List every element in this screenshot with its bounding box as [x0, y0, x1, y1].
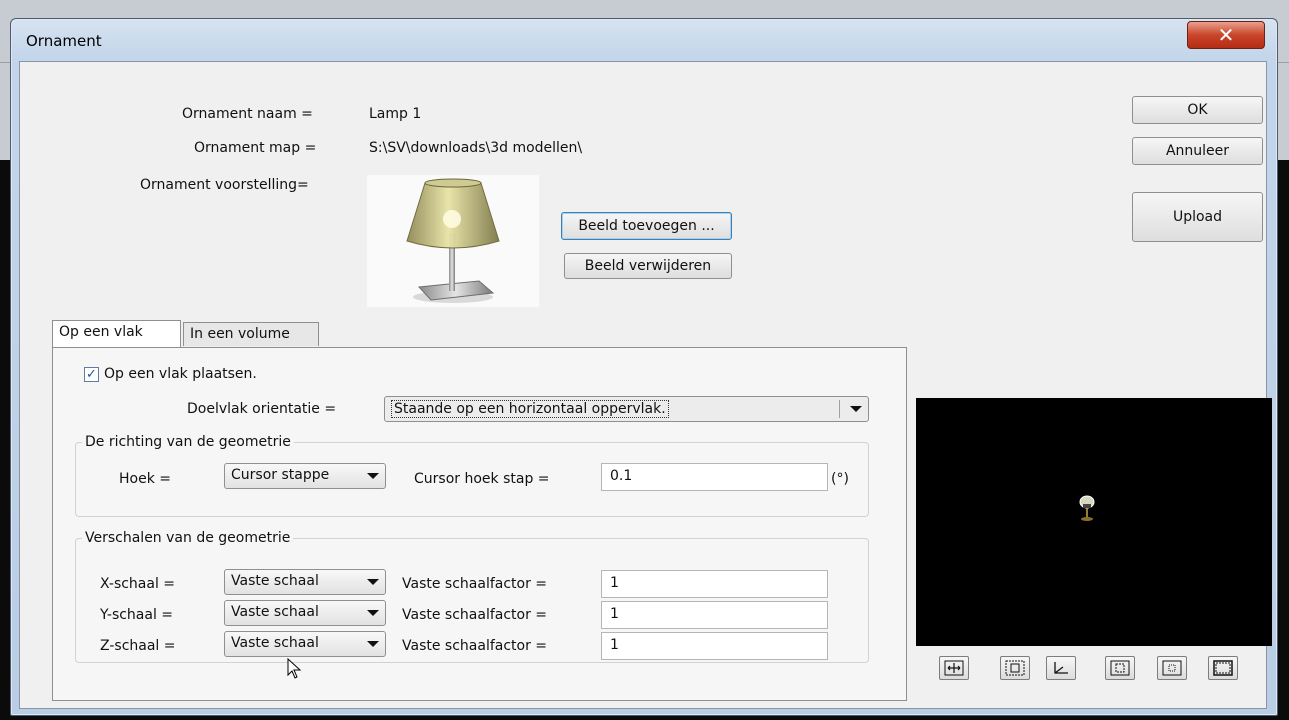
cursor-step-input[interactable]: 0.1 — [601, 463, 828, 491]
image-label: Ornament voorstelling= — [140, 177, 309, 193]
y-scale-label: Y-schaal = — [100, 607, 174, 623]
zoom-window-icon — [1005, 660, 1025, 676]
zoom-extents-button[interactable] — [1105, 656, 1135, 680]
x-factor-label: Vaste schaalfactor = — [402, 576, 548, 592]
x-scale-mode-value: Vaste schaal — [231, 573, 319, 589]
3d-preview-viewport[interactable] — [916, 398, 1272, 646]
fit-view-icon — [944, 660, 964, 676]
full-frame-button[interactable] — [1208, 656, 1238, 680]
lamp-icon — [406, 178, 500, 303]
cursor-step-label: Cursor hoek stap = — [414, 471, 550, 487]
orientation-select[interactable]: Staande op een horizontaal oppervlak. — [384, 396, 869, 422]
y-factor-input[interactable]: 1 — [601, 601, 828, 629]
scale-group-title: Verschalen van de geometrie — [82, 530, 294, 546]
select-separator — [839, 400, 840, 418]
axes-button[interactable] — [1046, 656, 1076, 680]
zoom-out-button[interactable] — [1157, 656, 1187, 680]
zoom-extents-icon — [1110, 660, 1130, 676]
dialog-title: Ornament — [26, 32, 102, 50]
cancel-button[interactable]: Annuleer — [1132, 137, 1263, 165]
tab-panel-op-een-vlak: ✓ Op een vlak plaatsen. Doelvlak orienta… — [52, 347, 907, 701]
orientation-label: Doelvlak orientatie = — [187, 401, 337, 417]
add-image-button[interactable]: Beeld toevoegen ... — [561, 212, 732, 240]
orientation-value: Staande op een horizontaal oppervlak. — [391, 400, 669, 418]
upload-button[interactable]: Upload — [1132, 192, 1263, 242]
x-scale-mode-select[interactable]: Vaste schaal — [224, 569, 386, 595]
place-on-surface-checkbox[interactable]: ✓ — [84, 367, 99, 382]
axes-icon — [1054, 662, 1068, 674]
y-scale-mode-value: Vaste schaal — [231, 604, 319, 620]
ornament-preview-image — [367, 175, 539, 307]
x-factor-input[interactable]: 1 — [601, 570, 828, 598]
name-label: Ornament naam = — [182, 106, 313, 122]
z-factor-label: Vaste schaalfactor = — [402, 638, 548, 654]
close-button[interactable]: ✕ — [1187, 21, 1265, 49]
y-scale-mode-select[interactable]: Vaste schaal — [224, 600, 386, 626]
full-frame-icon — [1213, 660, 1233, 676]
z-scale-mode-value: Vaste schaal — [231, 635, 319, 651]
lamp-model-icon — [1079, 495, 1095, 521]
z-factor-input[interactable]: 1 — [601, 632, 828, 660]
degree-unit-label: (°) — [831, 471, 849, 487]
fit-view-button[interactable] — [939, 656, 969, 680]
zoom-window-button[interactable] — [1000, 656, 1030, 680]
place-on-surface-label: Op een vlak plaatsen. — [104, 366, 257, 382]
checkmark-icon: ✓ — [86, 367, 97, 382]
y-factor-label: Vaste schaalfactor = — [402, 607, 548, 623]
ok-button[interactable]: OK — [1132, 96, 1263, 124]
mouse-pointer-icon — [287, 657, 303, 684]
close-icon: ✕ — [1217, 23, 1235, 47]
map-value: S:\SV\downloads\3d modellen\ — [369, 140, 583, 156]
angle-label: Hoek = — [119, 471, 171, 487]
tab-in-een-volume[interactable]: In een volume — [183, 322, 319, 346]
direction-group-title: De richting van de geometrie — [82, 434, 294, 450]
remove-image-button[interactable]: Beeld verwijderen — [564, 253, 732, 279]
z-scale-label: Z-schaal = — [100, 638, 176, 654]
x-scale-label: X-schaal = — [100, 576, 176, 592]
angle-mode-value: Cursor stappe — [231, 467, 330, 483]
scale-group: Verschalen van de geometrie X-schaal = V… — [75, 530, 869, 663]
z-scale-mode-select[interactable]: Vaste schaal — [224, 631, 386, 657]
map-label: Ornament map = — [194, 140, 317, 156]
angle-mode-select[interactable]: Cursor stappe — [224, 463, 386, 489]
zoom-out-icon — [1162, 660, 1182, 676]
ornament-dialog: Ornament ✕ Ornament naam = Lamp 1 Orname… — [10, 18, 1278, 716]
direction-group: De richting van de geometrie Hoek = Curs… — [75, 434, 869, 517]
chevron-down-icon — [367, 641, 379, 647]
chevron-down-icon — [367, 610, 379, 616]
chevron-down-icon — [367, 473, 379, 479]
tab-op-een-vlak[interactable]: Op een vlak — [52, 320, 181, 347]
chevron-down-icon — [850, 406, 862, 412]
dialog-client-area: Ornament naam = Lamp 1 Ornament map = S:… — [19, 61, 1272, 709]
chevron-down-icon — [367, 579, 379, 585]
name-value: Lamp 1 — [369, 106, 422, 122]
